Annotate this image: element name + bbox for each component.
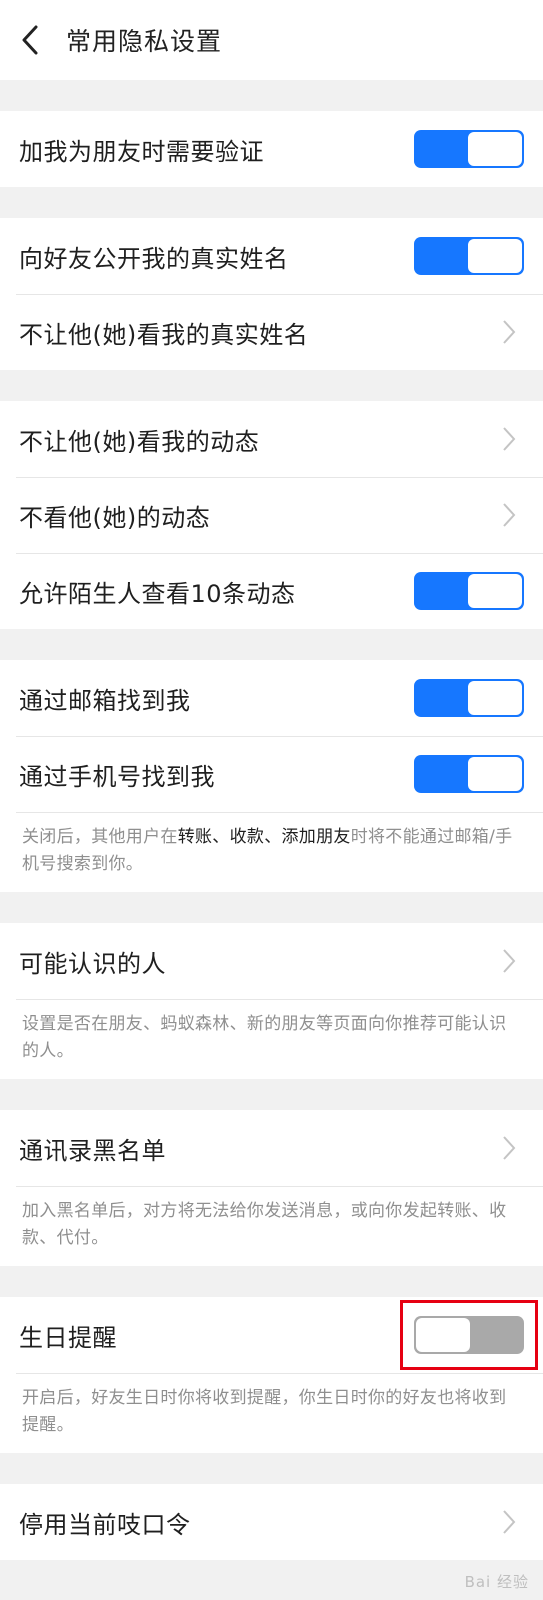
- note-text: 设置是否在朋友、蚂蚁森林、新的朋友等页面向你推荐可能认识的人。: [22, 1014, 507, 1061]
- setting-row: 加我为朋友时需要验证: [0, 111, 543, 187]
- chevron-right-icon: [496, 1133, 522, 1163]
- setting-label: 向好友公开我的真实姓名: [19, 244, 289, 273]
- toggle-switch[interactable]: [414, 130, 524, 168]
- toggle-knob: [416, 1318, 470, 1352]
- chevron-right-icon: [496, 500, 522, 530]
- group-real-name: 向好友公开我的真实姓名 不让他(她)看我的真实姓名: [0, 218, 543, 370]
- setting-row: 允许陌生人查看10条动态: [0, 553, 543, 629]
- setting-label: 通过手机号找到我: [19, 762, 215, 791]
- group-blacklist: 通讯录黑名单 加入黑名单后，对方将无法给你发送消息，或向你发起转账、收款、代付。: [0, 1110, 543, 1266]
- setting-row: 通过手机号找到我: [0, 736, 543, 812]
- back-button[interactable]: [0, 0, 60, 80]
- chevron-right-icon: [496, 1507, 522, 1537]
- toggle-switch[interactable]: [414, 679, 524, 717]
- toggle-highlight-wrap: [400, 1300, 538, 1370]
- setting-label: 不看他(她)的动态: [19, 503, 211, 532]
- setting-row: 通过邮箱找到我: [0, 660, 543, 736]
- setting-label: 通讯录黑名单: [19, 1136, 166, 1165]
- setting-row-link[interactable]: 可能认识的人: [0, 923, 543, 999]
- page-title: 常用隐私设置: [66, 27, 223, 56]
- group-find-me: 通过邮箱找到我 通过手机号找到我 关闭后，其他用户在转账、收款、添加朋友时将不能…: [0, 660, 543, 892]
- toggle-switch[interactable]: [414, 755, 524, 793]
- group-friend-verify: 加我为朋友时需要验证: [0, 111, 543, 187]
- toggle-switch[interactable]: [414, 237, 524, 275]
- setting-label: 不让他(她)看我的动态: [19, 427, 260, 456]
- note-text: 加入黑名单后，对方将无法给你发送消息，或向你发起转账、收款、代付。: [22, 1201, 507, 1248]
- note-emphasis: 转账、收款、添加朋友: [177, 827, 351, 847]
- group-people-you-may-know: 可能认识的人 设置是否在朋友、蚂蚁森林、新的朋友等页面向你推荐可能认识的人。: [0, 923, 543, 1079]
- setting-row-link[interactable]: 停用当前吱口令: [0, 1484, 543, 1560]
- setting-label: 可能认识的人: [19, 949, 166, 978]
- chevron-right-icon: [496, 946, 522, 976]
- toggle-knob: [468, 132, 522, 166]
- watermark: Bai 经验: [464, 1573, 529, 1591]
- chevron-right-icon: [496, 317, 522, 347]
- setting-row-link[interactable]: 不让他(她)看我的真实姓名: [0, 294, 543, 370]
- app-header: 常用隐私设置: [0, 0, 543, 80]
- chevron-right-icon: [496, 424, 522, 454]
- toggle-switch[interactable]: [414, 1316, 524, 1354]
- group-birthday: 生日提醒 开启后，好友生日时你将收到提醒，你生日时你的好友也将收到提醒。: [0, 1297, 543, 1453]
- group-moments: 不让他(她)看我的动态 不看他(她)的动态 允许陌生人查看10条动态: [0, 401, 543, 629]
- setting-row-link[interactable]: 不让他(她)看我的动态: [0, 401, 543, 477]
- toggle-switch[interactable]: [414, 572, 524, 610]
- setting-label: 停用当前吱口令: [19, 1510, 191, 1539]
- setting-row-link[interactable]: 通讯录黑名单: [0, 1110, 543, 1186]
- setting-note: 设置是否在朋友、蚂蚁森林、新的朋友等页面向你推荐可能认识的人。: [0, 999, 543, 1079]
- group-password: 停用当前吱口令: [0, 1484, 543, 1560]
- setting-note: 加入黑名单后，对方将无法给你发送消息，或向你发起转账、收款、代付。: [0, 1186, 543, 1266]
- chevron-left-icon: [22, 25, 38, 55]
- setting-row: 生日提醒: [0, 1297, 543, 1373]
- setting-label: 生日提醒: [19, 1323, 117, 1352]
- setting-note: 关闭后，其他用户在转账、收款、添加朋友时将不能通过邮箱/手机号搜索到你。: [0, 812, 543, 892]
- toggle-knob: [468, 574, 522, 608]
- setting-label: 不让他(她)看我的真实姓名: [19, 320, 309, 349]
- setting-row-link[interactable]: 不看他(她)的动态: [0, 477, 543, 553]
- setting-row: 向好友公开我的真实姓名: [0, 218, 543, 294]
- setting-label: 加我为朋友时需要验证: [19, 137, 264, 166]
- toggle-knob: [468, 239, 522, 273]
- note-text: 关闭后，其他用户在: [22, 827, 178, 847]
- note-text: 开启后，好友生日时你将收到提醒，你生日时你的好友也将收到提醒。: [22, 1388, 507, 1435]
- setting-note: 开启后，好友生日时你将收到提醒，你生日时你的好友也将收到提醒。: [0, 1373, 543, 1453]
- setting-label: 通过邮箱找到我: [19, 686, 191, 715]
- setting-label: 允许陌生人查看10条动态: [19, 579, 296, 608]
- toggle-knob: [468, 681, 522, 715]
- toggle-knob: [468, 757, 522, 791]
